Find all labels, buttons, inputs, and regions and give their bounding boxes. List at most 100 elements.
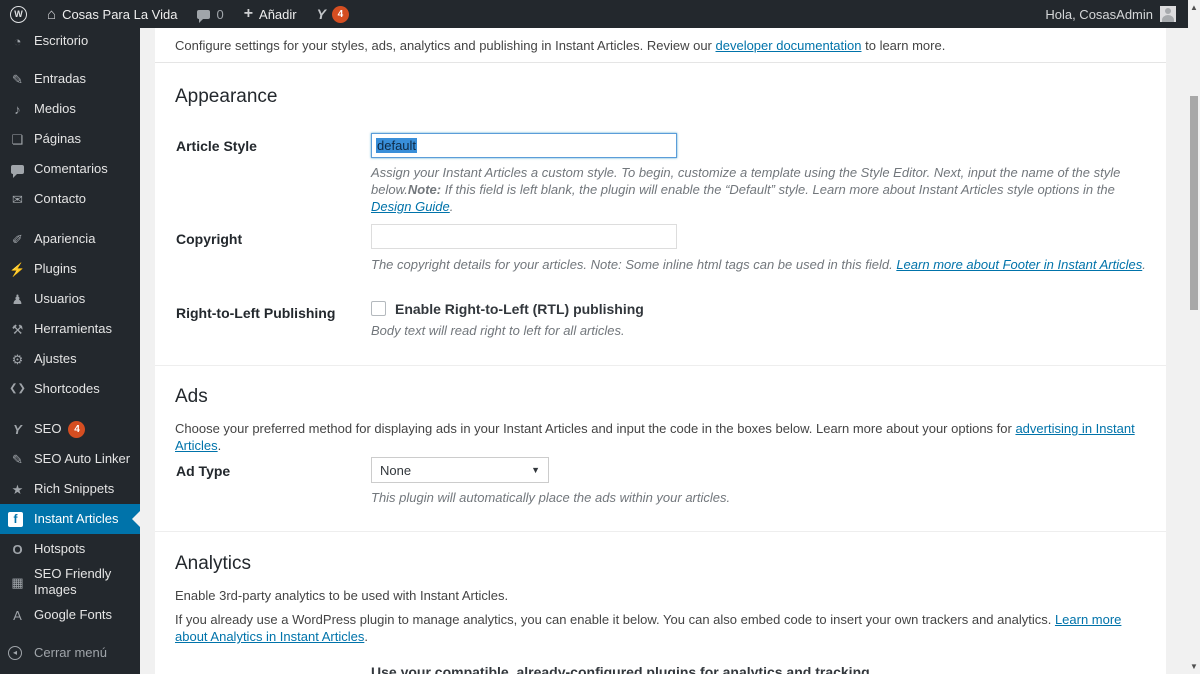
ad-type-select[interactable]: None ▼ — [371, 457, 549, 483]
sidebar-item-usuarios[interactable]: ♟ Usuarios — [0, 284, 140, 314]
sidebar-item-label: Plugins — [34, 261, 77, 276]
sidebar-item-label: Comentarios — [34, 161, 108, 176]
appearance-icon: ✐ — [12, 231, 23, 247]
ad-type-label: Ad Type — [176, 463, 231, 479]
sidebar-item-label: Contacto — [34, 191, 87, 206]
article-style-label: Article Style — [176, 138, 257, 154]
shortcodes-icon: ❮❯ — [9, 383, 26, 394]
sidebar-item-seo-friendly-images[interactable]: ▦ SEO Friendly Images — [0, 564, 140, 600]
contact-icon: ✉ — [12, 191, 23, 207]
rtl-label: Right-to-Left Publishing — [176, 305, 336, 321]
admin-bar: W ⌂ Cosas Para La Vida 0 + Añadir Y 4 Ho… — [0, 0, 1188, 28]
users-icon: ♟ — [11, 291, 24, 307]
pin-icon: ✎ — [12, 71, 23, 87]
home-icon: ⌂ — [47, 5, 57, 23]
facebook-icon: f — [8, 511, 27, 527]
select-arrow-icon: ▼ — [531, 465, 540, 475]
comments-count: 0 — [216, 6, 224, 22]
para-text: . — [217, 438, 222, 453]
sidebar-item-label: Instant Articles — [34, 511, 119, 526]
desc-text: . — [1142, 257, 1146, 272]
sidebar-item-hotspots[interactable]: O Hotspots — [0, 534, 140, 564]
sidebar-item-rich-snippets[interactable]: ★ Rich Snippets — [0, 474, 140, 504]
sidebar-item-label: Páginas — [34, 131, 81, 146]
scroll-down-icon[interactable]: ▼ — [1188, 662, 1200, 671]
vertical-scrollbar[interactable]: ▲ ▼ — [1188, 0, 1200, 674]
intro-notice: Configure settings for your styles, ads,… — [155, 28, 1166, 63]
sidebar-item-label: Entradas — [34, 71, 87, 86]
sidebar-item-label: Rich Snippets — [34, 481, 115, 496]
plus-icon: + — [243, 5, 254, 22]
comments-icon — [8, 163, 27, 178]
sidebar-item-label: SEO Friendly Images — [34, 566, 112, 597]
yoast-icon: Y — [316, 6, 326, 22]
para-text: . — [364, 629, 368, 644]
sidebar-item-label: Shortcodes — [34, 381, 100, 396]
new-content-menu[interactable]: + Añadir — [234, 0, 307, 28]
sidebar-item-ajustes[interactable]: ⚙ Ajustes — [0, 344, 140, 374]
sidebar-item-escritorio[interactable]: ◔ Escritorio — [0, 28, 140, 54]
sidebar-item-seo-auto-linker[interactable]: ✎ SEO Auto Linker — [0, 444, 140, 474]
collapse-icon: ◂ — [8, 646, 27, 660]
account-menu[interactable]: Hola, CosasAdmin — [1033, 6, 1188, 22]
settings-icon: ⚙ — [11, 351, 24, 367]
seo-badge: 4 — [68, 420, 86, 438]
avatar — [1160, 6, 1176, 22]
ads-heading: Ads — [175, 386, 208, 407]
sidebar-item-paginas[interactable]: ❏ Páginas — [0, 124, 140, 154]
comments-shortcut[interactable]: 0 — [187, 0, 233, 28]
sidebar-item-label: Cerrar menú — [34, 645, 107, 660]
article-style-input[interactable]: default — [371, 133, 677, 158]
desc-text: If this field is left blank, the plugin … — [441, 182, 1115, 197]
sidebar-item-seo[interactable]: Y SEO 4 — [0, 414, 140, 444]
wordpress-logo-icon: W — [10, 5, 27, 23]
greeting-text: Hola, CosasAdmin — [1045, 6, 1153, 22]
note-label: Note: — [407, 182, 442, 197]
ad-type-value: None — [380, 462, 412, 478]
ads-description: Choose your preferred method for display… — [175, 420, 1150, 454]
sidebar-item-google-fonts[interactable]: A Google Fonts — [0, 600, 140, 630]
site-name-link[interactable]: ⌂ Cosas Para La Vida — [37, 0, 187, 28]
analytics-partial-checkbox-label: Use your compatible, already-configured … — [371, 664, 874, 674]
star-icon: ★ — [11, 481, 24, 497]
copyright-input[interactable] — [371, 224, 677, 249]
intro-text: Configure settings for your styles, ads,… — [175, 38, 945, 53]
sidebar-item-label: SEO — [34, 421, 62, 436]
intro-before: Configure settings for your styles, ads,… — [175, 38, 716, 53]
rtl-checkbox-label: Enable Right-to-Left (RTL) publishing — [395, 301, 644, 317]
sidebar-item-medios[interactable]: ♪ Medios — [0, 94, 140, 124]
sidebar-item-instant-articles[interactable]: f Instant Articles — [0, 504, 140, 534]
sidebar-item-herramientas[interactable]: ⚒ Herramientas — [0, 314, 140, 344]
sidebar-item-entradas[interactable]: ✎ Entradas — [0, 64, 140, 94]
scrollbar-thumb[interactable] — [1190, 96, 1198, 310]
admin-sidebar: ◔ Escritorio ✎ Entradas ♪ Medios ❏ Págin… — [0, 28, 140, 674]
sidebar-item-cerrar-menu[interactable]: ◂ Cerrar menú — [0, 638, 140, 668]
rtl-checkbox[interactable] — [371, 301, 386, 316]
pin-icon: ✎ — [12, 451, 23, 467]
images-icon: ▦ — [11, 574, 24, 590]
sidebar-item-comentarios[interactable]: Comentarios — [0, 154, 140, 184]
pages-icon: ❏ — [11, 131, 24, 147]
sidebar-item-shortcodes[interactable]: ❮❯ Shortcodes — [0, 374, 140, 404]
article-style-value: default — [376, 138, 418, 153]
footer-learn-more-link[interactable]: Learn more about Footer in Instant Artic… — [896, 257, 1142, 272]
analytics-p1: Enable 3rd-party analytics to be used wi… — [175, 588, 509, 603]
desc-text: . — [449, 199, 454, 214]
design-guide-link[interactable]: Design Guide — [371, 199, 450, 214]
sidebar-item-contacto[interactable]: ✉ Contacto — [0, 184, 140, 214]
plugins-icon: ⚡ — [9, 261, 26, 277]
sidebar-item-apariencia[interactable]: ✐ Apariencia — [0, 224, 140, 254]
sidebar-item-plugins[interactable]: ⚡ Plugins — [0, 254, 140, 284]
site-name: Cosas Para La Vida — [62, 6, 178, 22]
scroll-up-icon[interactable]: ▲ — [1188, 3, 1200, 12]
developer-documentation-link[interactable]: developer documentation — [716, 38, 862, 53]
sidebar-item-label: Escritorio — [34, 33, 89, 48]
sidebar-item-label: Usuarios — [34, 291, 86, 306]
wp-logo-menu[interactable]: W — [0, 0, 37, 28]
seo-notifications[interactable]: Y 4 — [307, 0, 359, 28]
sidebar-item-label: Ajustes — [34, 351, 77, 366]
sidebar-item-label: Google Fonts — [34, 607, 113, 622]
content-area: Configure settings for your styles, ads,… — [140, 28, 1188, 674]
intro-after: to learn more. — [861, 38, 946, 53]
settings-card: Configure settings for your styles, ads,… — [155, 28, 1166, 674]
